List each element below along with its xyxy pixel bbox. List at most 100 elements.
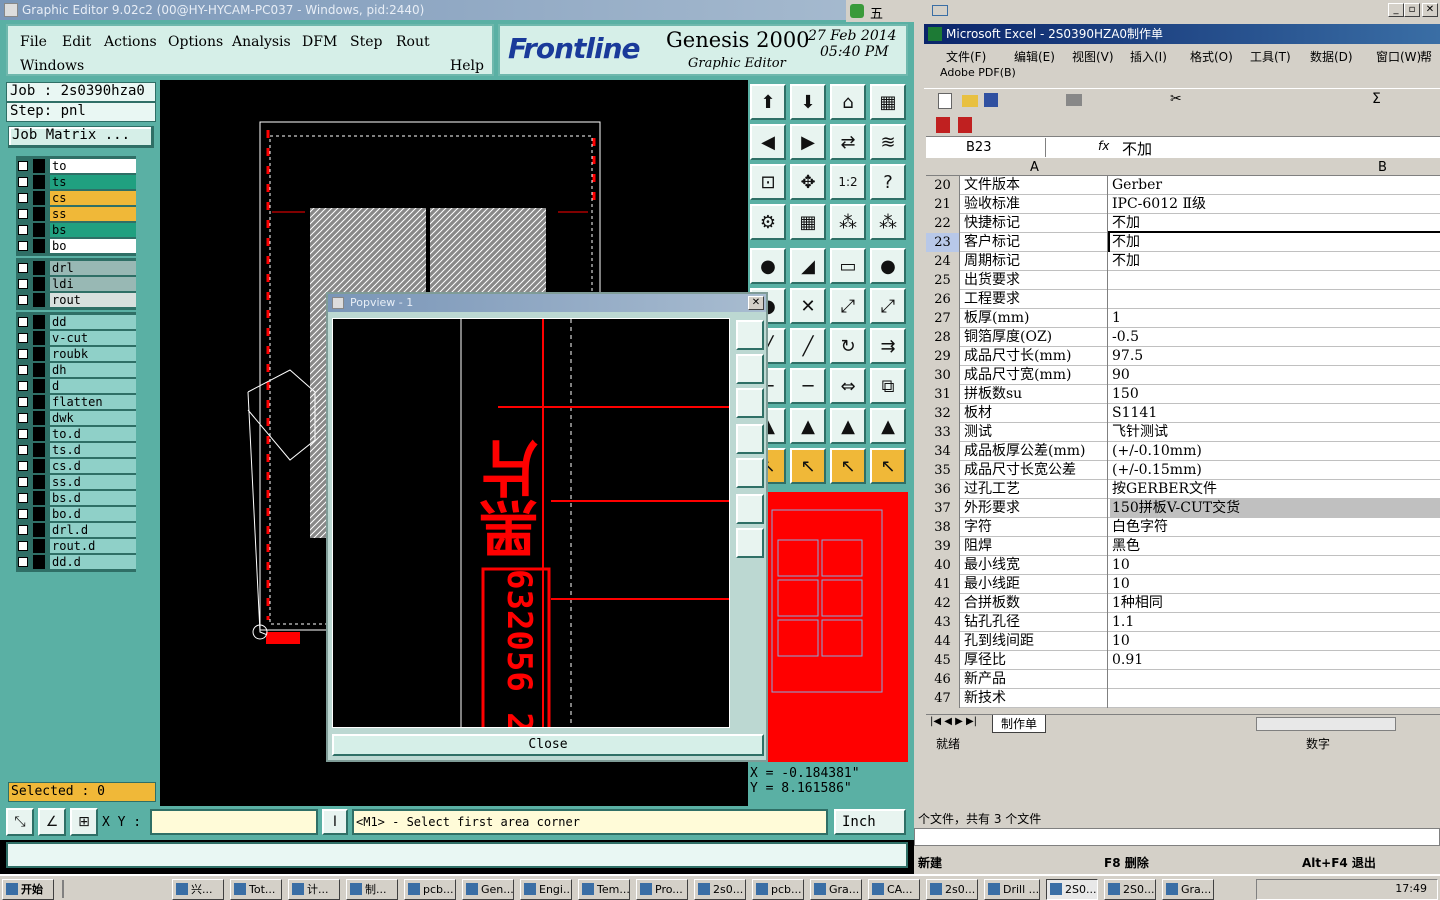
row-number[interactable]: 44 [926, 632, 960, 651]
menu-step[interactable]: Step [350, 34, 382, 50]
cell-b[interactable] [1110, 271, 1440, 290]
grid-icon[interactable]: ▦ [790, 204, 826, 240]
layer-name[interactable]: bs.d [50, 491, 136, 505]
layer-row[interactable]: dwk [16, 410, 136, 426]
cell-a[interactable]: 合拼板数 [962, 594, 1108, 613]
table-row[interactable]: 41 最小线距 10 [926, 575, 1440, 594]
triangle4-icon[interactable]: ▲ [870, 408, 906, 444]
minimize-icon[interactable]: _ [1388, 3, 1404, 17]
table-row[interactable]: 22 快捷标记 不加 [926, 214, 1440, 233]
table-row[interactable]: 45 厚径比 0.91 [926, 651, 1440, 670]
row-number[interactable]: 36 [926, 480, 960, 499]
cell-a[interactable]: 验收标准 [962, 195, 1108, 214]
taskbar-item[interactable]: Gra... [810, 879, 862, 900]
layer-row[interactable]: to.d [16, 426, 136, 442]
menu-windows[interactable]: Windows [20, 58, 84, 74]
layer-row[interactable]: rout.d [16, 538, 136, 554]
row-number[interactable]: 30 [926, 366, 960, 385]
xy-input[interactable] [150, 809, 318, 835]
cell-a[interactable]: 厚径比 [962, 651, 1108, 670]
grid-icon[interactable]: ⊞ [70, 808, 98, 836]
cell-a[interactable]: 成品尺寸宽(mm) [962, 366, 1108, 385]
cell-b[interactable]: 不加 [1108, 231, 1440, 254]
horizontal-scrollbar[interactable] [1256, 717, 1396, 731]
layer-name[interactable]: d [50, 379, 136, 393]
close-icon[interactable]: ✕ [1422, 3, 1438, 17]
taskbar-item[interactable]: pcb... [404, 879, 456, 900]
print-icon[interactable] [1066, 94, 1082, 106]
row-number[interactable]: 34 [926, 442, 960, 461]
slash2-icon[interactable]: ╱ [790, 328, 826, 364]
layer-checkbox[interactable] [18, 477, 28, 487]
fx-icon[interactable]: fx [1098, 139, 1109, 153]
table-row[interactable]: 42 合拼板数 1种相同 [926, 594, 1440, 613]
layer-name[interactable]: to.d [50, 427, 136, 441]
row-number[interactable]: 21 [926, 195, 960, 214]
cell-b[interactable]: (+/-0.10mm) [1110, 442, 1440, 461]
config-icon[interactable]: ⚙ [750, 204, 786, 240]
command-input[interactable] [914, 828, 1440, 846]
layer-row[interactable]: ldi [16, 276, 136, 292]
layer-checkbox[interactable] [18, 493, 28, 503]
popview-fit-icon[interactable] [736, 320, 764, 350]
table-row[interactable]: 32 板材 S1141 [926, 404, 1440, 423]
cell-b[interactable]: 90 [1110, 366, 1440, 385]
layer-name[interactable]: dwk [50, 411, 136, 425]
cell-b[interactable]: IPC-6012 Ⅱ级 [1110, 195, 1440, 214]
cell-a[interactable]: 出货要求 [962, 271, 1108, 290]
layer-row[interactable]: ss.d [16, 474, 136, 490]
layer-checkbox[interactable] [18, 381, 28, 391]
row-number[interactable]: 32 [926, 404, 960, 423]
table-row[interactable]: 21 验收标准 IPC-6012 Ⅱ级 [926, 195, 1440, 214]
layer-checkbox[interactable] [18, 333, 28, 343]
cell-a[interactable]: 钻孔孔径 [962, 613, 1108, 632]
excel-menu-item[interactable]: 格式(O) [1190, 48, 1233, 65]
row-number[interactable]: 25 [926, 271, 960, 290]
excel-menu-item[interactable]: 文件(F) [946, 48, 986, 65]
taskbar-item[interactable]: pcb... [752, 879, 804, 900]
col-a-header[interactable]: A [1030, 160, 1039, 175]
layer-name[interactable]: ts [50, 175, 136, 189]
row-number[interactable]: 35 [926, 461, 960, 480]
row-number[interactable]: 38 [926, 518, 960, 537]
dash2-icon[interactable]: ─ [790, 368, 826, 404]
cell-b[interactable]: 不加 [1110, 214, 1440, 233]
zoom-down-icon[interactable]: ⬇ [790, 84, 826, 120]
popview-close-icon[interactable]: ✕ [748, 296, 764, 310]
layers2-icon[interactable]: ⁂ [870, 204, 906, 240]
layer-row[interactable]: cs.d [16, 458, 136, 474]
excel-menu-item[interactable]: 窗口(W) [1376, 48, 1421, 65]
layer-checkbox[interactable] [18, 241, 28, 251]
taskbar-item[interactable]: 2s0... [926, 879, 978, 900]
layer-checkbox[interactable] [18, 397, 28, 407]
layer-checkbox[interactable] [18, 525, 28, 535]
excel-titlebar[interactable]: Microsoft Excel - 2S0390HZA0制作单 [924, 24, 1440, 44]
snap-icon[interactable]: ≋ [870, 124, 906, 160]
layer-name[interactable]: ldi [50, 277, 136, 291]
cell-b[interactable]: 150拼板V-CUT交货 [1110, 499, 1440, 518]
mini-preview[interactable] [768, 492, 908, 762]
cell-b[interactable]: 10 [1110, 632, 1440, 651]
cell-b[interactable]: 0.91 [1110, 651, 1440, 670]
open-icon[interactable] [962, 95, 978, 107]
layer-row[interactable]: ts.d [16, 442, 136, 458]
layer-name[interactable]: roubk [50, 347, 136, 361]
genesis-titlebar[interactable]: Graphic Editor 9.02c2 (00@HY-HYCAM-PC037… [0, 0, 914, 20]
table-row[interactable]: 39 阻焊 黑色 [926, 537, 1440, 556]
cross-icon[interactable]: ✕ [790, 288, 826, 324]
cell-b[interactable]: Gerber [1110, 176, 1440, 195]
row-number[interactable]: 31 [926, 385, 960, 404]
table-row[interactable]: 35 成品尺寸长宽公差 (+/-0.15mm) [926, 461, 1440, 480]
arrows-icon[interactable]: ⇉ [870, 328, 906, 364]
formula-input[interactable]: 不加 [1122, 138, 1152, 159]
cell-a[interactable]: 测试 [962, 423, 1108, 442]
taskbar-item[interactable]: 2S0... [1046, 879, 1098, 900]
resize-icon[interactable]: ⇔ [830, 368, 866, 404]
excel-menu-item[interactable]: 帮 [1420, 48, 1432, 65]
pan-right-icon[interactable]: ▶ [790, 124, 826, 160]
ime-icon[interactable] [850, 4, 864, 18]
select2-icon[interactable]: ↖ [790, 448, 826, 484]
name-box[interactable]: B23 [926, 138, 1046, 157]
layer-name[interactable]: ss.d [50, 475, 136, 489]
row-number[interactable]: 24 [926, 252, 960, 271]
